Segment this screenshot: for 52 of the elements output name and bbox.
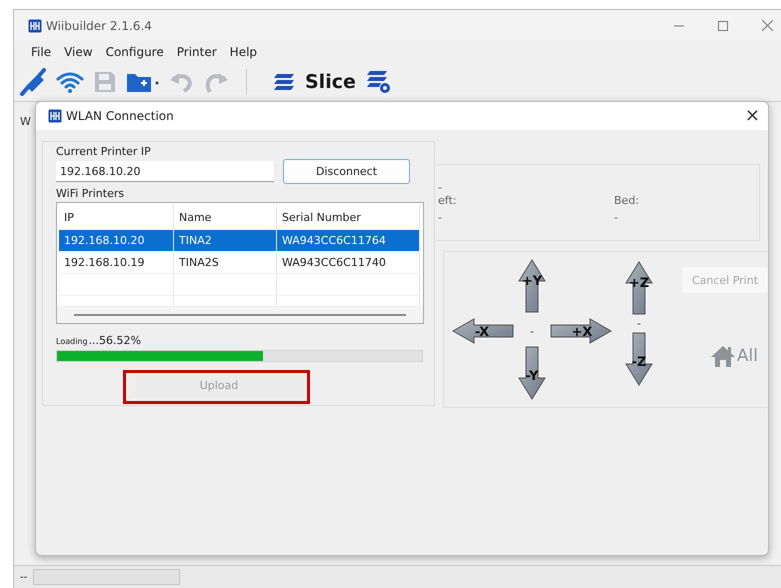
close-icon[interactable]	[762, 20, 773, 31]
temperature-value: -	[438, 211, 443, 225]
menu-item[interactable]: Help	[230, 45, 258, 59]
app-logo-icon	[48, 109, 62, 123]
position-value: -	[637, 317, 641, 330]
jog-button[interactable]: -Y	[517, 346, 547, 400]
jog-button[interactable]: -X	[452, 318, 514, 344]
ip-input-field[interactable]: 192.168.10.20	[56, 161, 274, 182]
app-logo-icon	[28, 18, 42, 32]
status-text: --	[20, 572, 28, 582]
layers-icon[interactable]	[273, 73, 295, 91]
temperature-value: -	[614, 211, 619, 225]
temperature-label: Bed:	[614, 194, 640, 208]
position-value: -	[530, 324, 534, 338]
temperature-value: -	[438, 182, 443, 194]
jog-button[interactable]: +Y	[517, 259, 547, 313]
jog-button[interactable]: -Z	[624, 332, 654, 386]
menu-item[interactable]: Configure	[106, 45, 164, 59]
list-label: WiFi Printers	[56, 187, 126, 200]
table-cell: TINA2S	[174, 252, 277, 273]
loading-percent: ...56.52%	[88, 334, 141, 347]
table-cell: 192.168.10.20	[59, 230, 174, 251]
column-header[interactable]: IP	[59, 205, 174, 229]
loading-label: Loading	[56, 337, 88, 346]
maximize-icon[interactable]	[718, 20, 728, 30]
table-cell: TINA2	[174, 230, 277, 251]
column-header[interactable]: Name	[174, 205, 277, 229]
window-title: Wiibuilder 2.1.6.4	[46, 18, 152, 32]
layers-gear-icon[interactable]	[366, 70, 392, 94]
temperature-label: eft:	[438, 194, 458, 208]
table-cell: WA943CC6C11740	[277, 252, 420, 273]
menu-item[interactable]: View	[64, 45, 93, 59]
jog-button[interactable]: +Z	[624, 261, 654, 315]
table-row[interactable]: 192.168.10.20 TINA2 WA943CC6C11764	[59, 230, 420, 252]
wifi-icon[interactable]	[56, 71, 84, 93]
dialog-title: WLAN Connection	[66, 109, 174, 123]
table-cell: 192.168.10.19	[59, 252, 174, 273]
table-cell: WA943CC6C11764	[277, 230, 420, 251]
table-row[interactable]: 192.168.10.19 TINA2S WA943CC6C11740	[59, 252, 420, 274]
field-label: Current Printer IP	[56, 145, 152, 158]
menu-item[interactable]: Printer	[176, 45, 217, 59]
tab[interactable]: W	[20, 115, 31, 128]
slice-button[interactable]: Slice	[305, 71, 356, 93]
minimize-icon[interactable]	[674, 24, 684, 26]
column-header[interactable]: Serial Number	[277, 205, 420, 229]
jog-button[interactable]: +X	[550, 318, 612, 344]
home-icon	[710, 345, 736, 367]
disconnect-button[interactable]: Disconnect	[283, 159, 410, 184]
close-button[interactable]: ×	[744, 107, 760, 125]
scrollbar[interactable]	[74, 314, 406, 316]
menu-item[interactable]: File	[31, 45, 52, 59]
folder-icon[interactable]	[126, 71, 160, 93]
